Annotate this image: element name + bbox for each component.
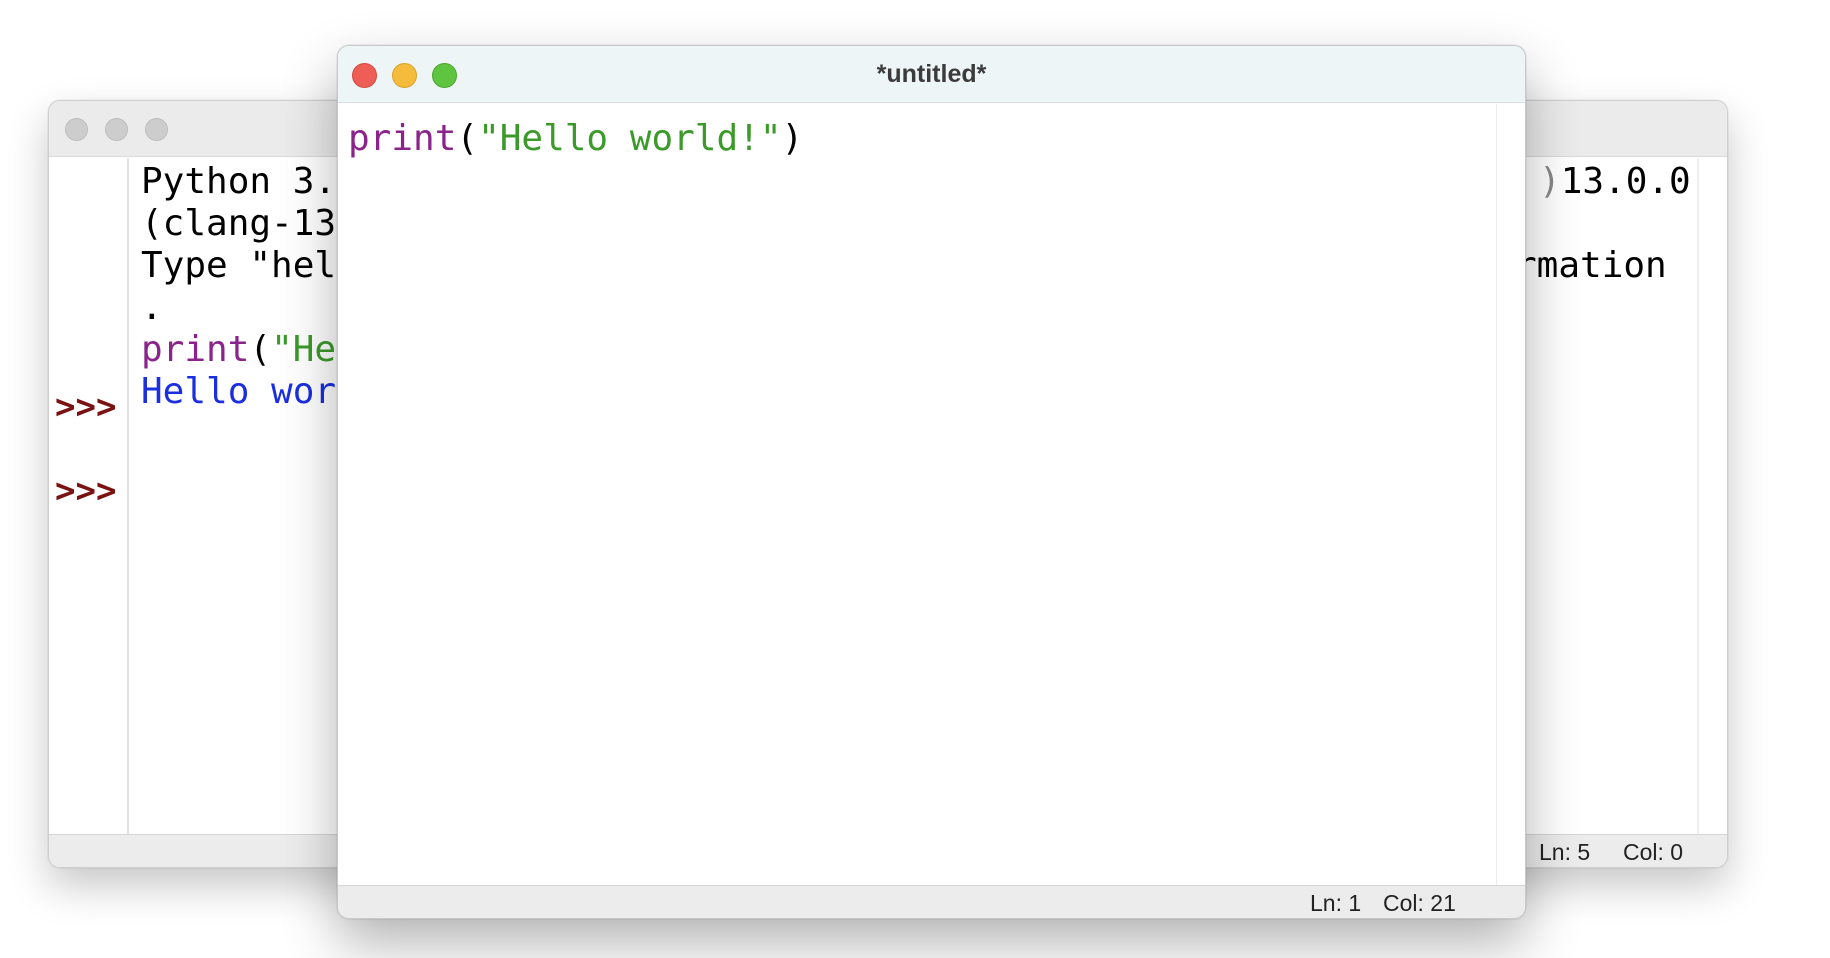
shell-minimize-button[interactable] xyxy=(105,118,128,141)
shell-output-line: Hello wor xyxy=(141,371,337,412)
desktop: >>> >>> Python 3. (clang-13 Type "hel . … xyxy=(0,0,1830,958)
shell-banner-right-fragment: rmation xyxy=(1515,245,1667,286)
shell-prompt-gutter: >>> >>> xyxy=(49,158,129,834)
editor-titlebar[interactable]: *untitled* xyxy=(338,46,1525,103)
shell-close-button[interactable] xyxy=(65,118,88,141)
editor-text-area[interactable]: print("Hello world!") xyxy=(338,104,1496,885)
shell-scrollbar[interactable] xyxy=(1697,158,1699,834)
shell-banner-line: . xyxy=(141,287,163,328)
builtin-token: print xyxy=(348,118,457,159)
shell-status-col: Col: 0 xyxy=(1623,839,1684,865)
window-title: *untitled* xyxy=(876,60,987,88)
shell-banner-line: Type "hel xyxy=(141,245,337,286)
shell-banner-line: (clang-13 xyxy=(141,203,337,244)
editor-status-col: Col: 21 xyxy=(1383,890,1456,916)
shell-banner-line: Python 3. xyxy=(141,161,337,202)
shell-prompt: >>> xyxy=(55,387,117,427)
editor-statusbar: Ln: 1 Col: 21 xyxy=(338,885,1525,918)
paren-open-token: ( xyxy=(456,118,479,159)
shell-paren-token: ( xyxy=(249,329,272,370)
shell-banner-right-fragment: )13.0.0 xyxy=(1539,161,1691,202)
shell-maximize-button[interactable] xyxy=(145,118,168,141)
shell-builtin-token: print xyxy=(141,329,250,370)
string-token: "Hello world!" xyxy=(478,118,782,159)
editor-scrollbar[interactable] xyxy=(1496,104,1525,885)
editor-status-line: Ln: 1 xyxy=(1310,890,1362,916)
shell-input-line: print("He xyxy=(141,329,336,371)
shell-string-token: "He xyxy=(271,329,337,370)
shell-prompt: >>> xyxy=(55,471,117,511)
paren-close-token: ) xyxy=(781,118,804,159)
code-line: print("Hello world!") xyxy=(348,118,803,160)
editor-window[interactable]: *untitled* print("Hello world!") Ln: 1 C… xyxy=(337,45,1526,919)
shell-status-line: Ln: 5 xyxy=(1539,839,1591,865)
